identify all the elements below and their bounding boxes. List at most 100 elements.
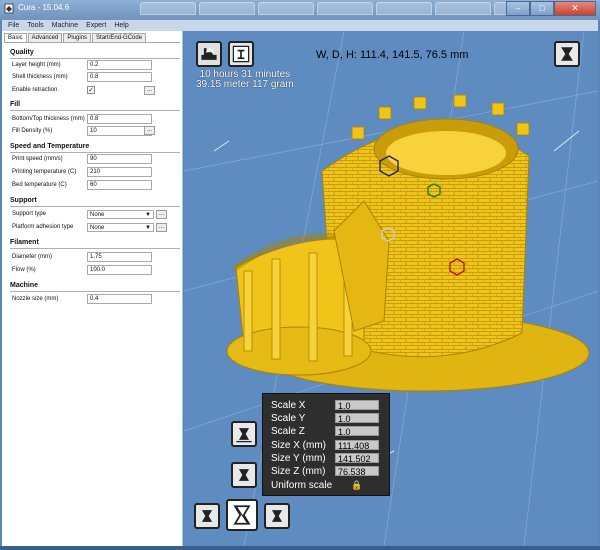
print-button[interactable] — [228, 41, 254, 67]
diameter-label: Diameter (mm) — [12, 254, 52, 260]
print-speed-input[interactable]: 90 — [87, 154, 152, 164]
support-more-button[interactable]: ... — [156, 210, 167, 219]
size-z-input[interactable]: 76.538 — [335, 466, 379, 477]
print-speed-label: Print speed (mm/s) — [12, 156, 63, 162]
menu-expert[interactable]: Expert — [86, 20, 106, 31]
bed-temperature-input[interactable]: 60 — [87, 180, 152, 190]
support-type-label: Support type — [12, 211, 47, 217]
minimize-button[interactable]: – — [506, 1, 530, 16]
scale-z-label: Scale Z — [271, 426, 305, 437]
lock-icon[interactable]: 🔒 — [351, 480, 362, 491]
scale-tool-button[interactable] — [226, 499, 258, 531]
shell-thickness-input[interactable]: 0.8 — [87, 72, 152, 82]
diameter-input[interactable]: 1.75 — [87, 252, 152, 262]
platform-adhesion-value: None — [90, 225, 105, 231]
shell-thickness-label: Shell thickness (mm) — [12, 74, 68, 80]
enable-retraction-label: Enable retraction — [12, 87, 58, 93]
scale-y-label: Scale Y — [271, 413, 306, 424]
bed-temperature-label: Bed temperature (C) — [12, 182, 67, 188]
size-y-label: Size Y (mm) — [271, 453, 326, 464]
lay-flat-button[interactable] — [231, 421, 257, 447]
nozzle-size-label: Nozzle size (mm) — [12, 296, 59, 302]
print-icon — [232, 45, 250, 63]
layer-height-label: Layer height (mm) — [12, 62, 61, 68]
uniform-scale-label: Uniform scale — [271, 480, 333, 491]
background-tab — [258, 2, 314, 15]
background-tab — [435, 2, 491, 15]
tab-divider — [4, 42, 180, 43]
flow-label: Flow (%) — [12, 267, 36, 273]
3d-viewport[interactable]: 10 hours 31 minutes 39.15 meter 117 gram… — [184, 31, 598, 546]
scale-icon — [233, 505, 251, 525]
settings-panel: Basic Advanced Plugins Start/End-GCode Q… — [2, 31, 183, 546]
size-y-input[interactable]: 141.502 — [335, 453, 379, 464]
rotate-tool-button[interactable] — [194, 503, 220, 529]
section-divider — [10, 110, 180, 111]
size-z-label: Size Z (mm) — [271, 466, 326, 477]
print-material: 39.15 meter 117 gram — [196, 79, 294, 90]
menu-file[interactable]: File — [8, 20, 19, 31]
adhesion-more-button[interactable]: ... — [156, 223, 167, 232]
menu-tools[interactable]: Tools — [27, 20, 43, 31]
scale-x-input[interactable]: 1.0 — [335, 400, 379, 411]
support-type-select[interactable]: None ▼ — [87, 210, 154, 219]
retraction-more-button[interactable]: ... — [144, 86, 155, 95]
scale-z-input[interactable]: 1.0 — [335, 426, 379, 437]
platform-adhesion-select[interactable]: None ▼ — [87, 223, 154, 232]
scale-x-label: Scale X — [271, 400, 306, 411]
load-model-button[interactable] — [196, 41, 222, 67]
section-divider — [10, 152, 180, 153]
close-button[interactable]: ✕ — [554, 1, 596, 16]
size-x-label: Size X (mm) — [271, 440, 326, 451]
menu-help[interactable]: Help — [114, 20, 128, 31]
print-estimate: 10 hours 31 minutes 39.15 meter 117 gram — [196, 70, 294, 90]
support-type-value: None — [90, 212, 105, 218]
layer-height-input[interactable]: 0.2 — [87, 60, 152, 70]
section-speed-temperature: Speed and Temperature — [10, 143, 90, 150]
window-title: Cura - 15.04.6 — [18, 3, 70, 12]
chevron-down-icon: ▼ — [145, 212, 151, 218]
background-tab — [376, 2, 432, 15]
view-mode-icon — [561, 47, 573, 61]
section-machine: Machine — [10, 282, 39, 289]
load-model-icon — [201, 48, 217, 60]
printing-temperature-input[interactable]: 210 — [87, 167, 152, 177]
maximize-button[interactable]: □ — [530, 1, 554, 16]
enable-retraction-checkbox[interactable]: ✓ — [87, 86, 95, 94]
chevron-down-icon: ▼ — [145, 225, 151, 231]
section-fill: Fill — [10, 101, 21, 108]
model-dimensions: W, D, H: 111.4, 141.5, 76.5 mm — [316, 49, 469, 61]
section-divider — [10, 248, 180, 249]
reset-scale-button[interactable] — [231, 462, 257, 488]
section-quality: Quality — [10, 49, 34, 56]
background-tab — [317, 2, 373, 15]
mirror-icon — [271, 510, 283, 522]
section-support: Support — [10, 197, 37, 204]
menu-machine[interactable]: Machine — [52, 20, 78, 31]
section-divider — [10, 291, 180, 292]
background-tab — [199, 2, 255, 15]
menu-bar: File Tools Machine Expert Help — [2, 20, 598, 31]
flow-input[interactable]: 100.0 — [87, 265, 152, 275]
mirror-tool-button[interactable] — [264, 503, 290, 529]
platform-adhesion-label: Platform adhesion type — [12, 224, 74, 230]
fill-density-input[interactable]: 10 — [87, 126, 152, 136]
printing-temperature-label: Printing temperature (C) — [12, 169, 77, 175]
taskbar — [0, 546, 600, 550]
scale-panel: Scale X 1.0 Scale Y 1.0 Scale Z 1.0 Size… — [262, 393, 390, 496]
background-tab — [140, 2, 196, 15]
section-divider — [10, 206, 180, 207]
rotate-icon — [201, 510, 213, 522]
lay-flat-icon — [236, 428, 252, 443]
section-divider — [10, 58, 180, 59]
scale-y-input[interactable]: 1.0 — [335, 413, 379, 424]
nozzle-size-input[interactable]: 0.4 — [87, 294, 152, 304]
title-bar: Cura - 15.04.6 – □ ✕ — [0, 0, 600, 20]
view-mode-button[interactable] — [554, 41, 580, 67]
size-x-input[interactable]: 111.408 — [335, 440, 379, 451]
cura-app-icon — [4, 3, 14, 14]
bottom-top-thickness-label: Bottom/Top thickness (mm) — [12, 116, 85, 122]
fill-more-button[interactable]: ... — [144, 126, 155, 135]
bottom-top-thickness-input[interactable]: 0.8 — [87, 114, 152, 124]
section-filament: Filament — [10, 239, 39, 246]
